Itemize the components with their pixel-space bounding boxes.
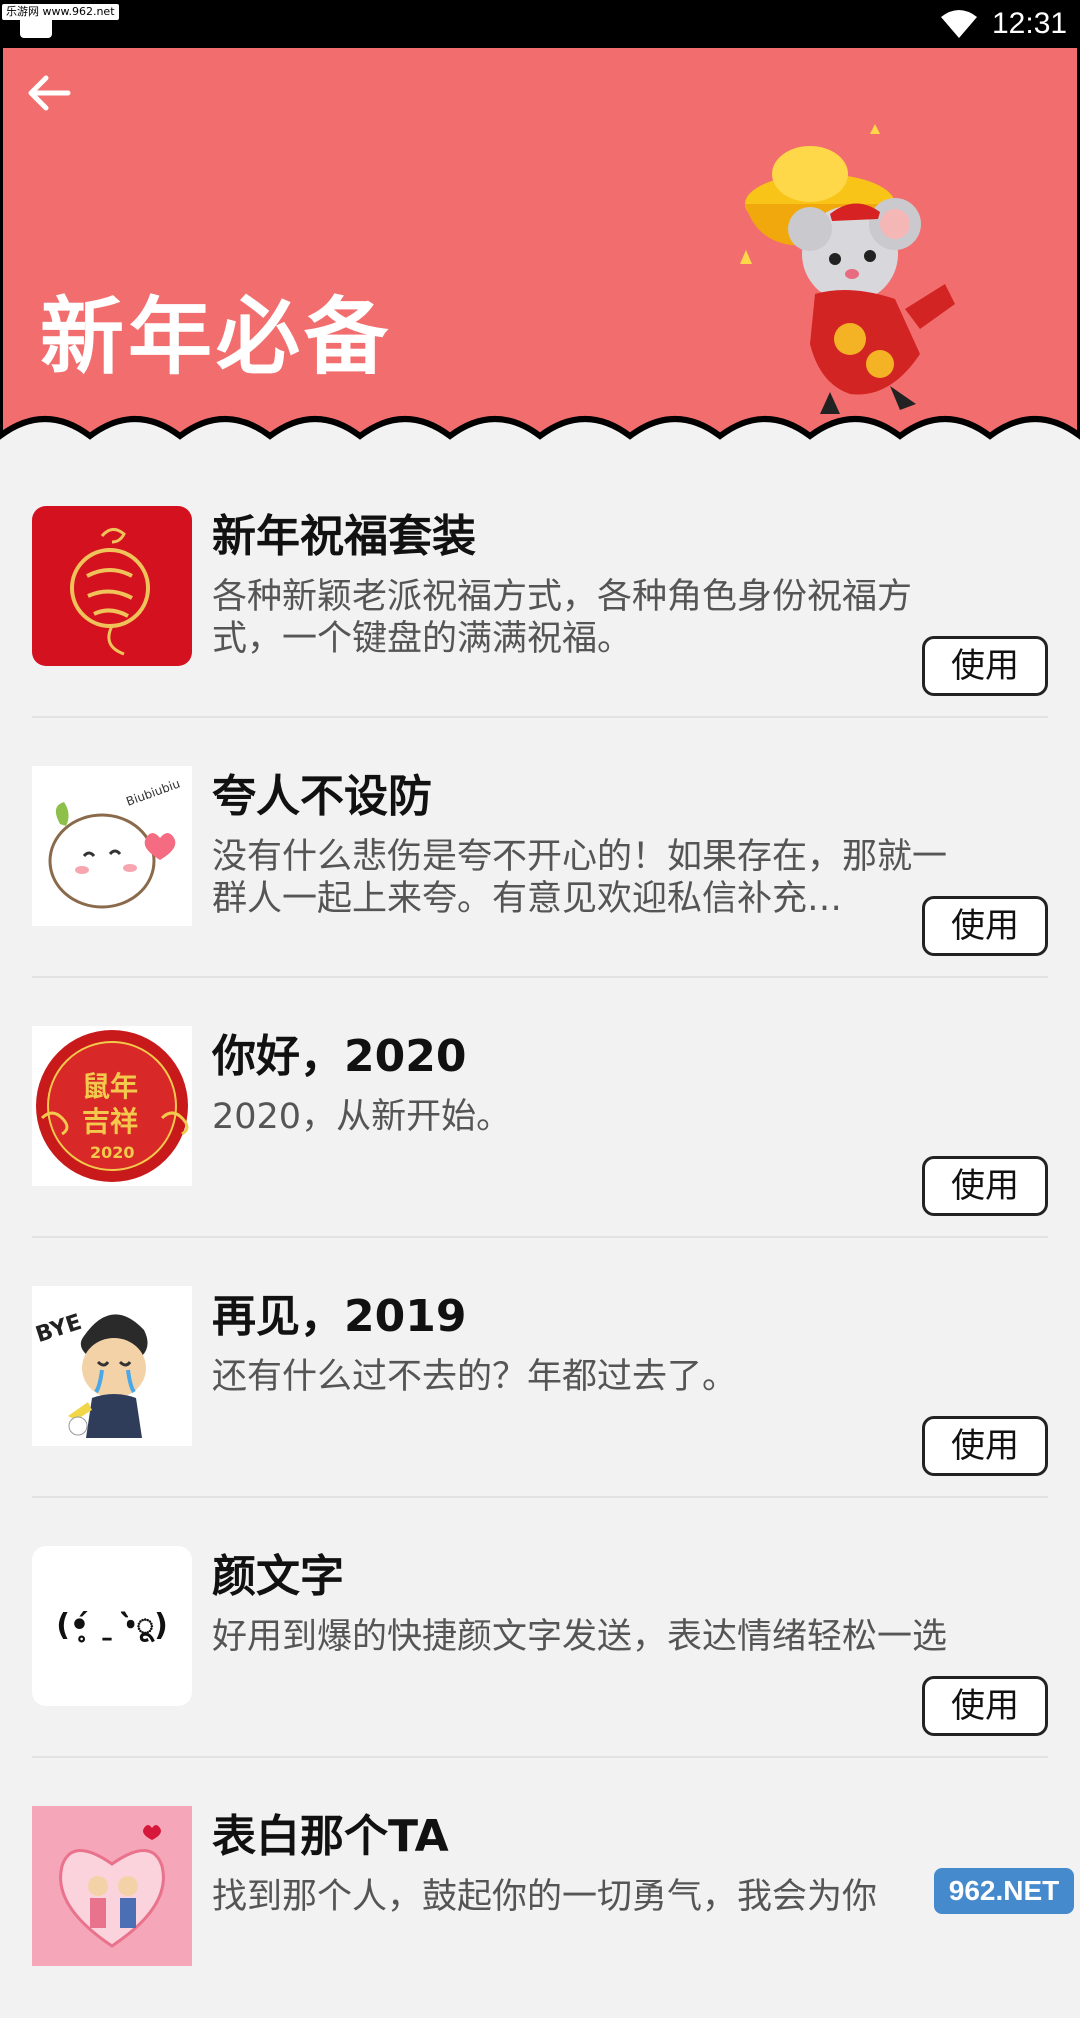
page-title: 新年必备 (40, 270, 392, 391)
use-button[interactable]: 使用 (922, 896, 1048, 956)
back-arrow-icon[interactable] (24, 68, 74, 118)
item-title: 颜文字 (212, 1540, 344, 1604)
item-description: 好用到爆的快捷颜文字发送，表达情绪轻松一选 (212, 1616, 952, 1658)
mouse-mascot-icon (730, 124, 990, 424)
item-description: 各种新颖老派祝福方式，各种角色身份祝福方式，一个键盘的满满祝福。 (212, 576, 952, 660)
item-thumbnail: BYE (32, 1286, 192, 1446)
item-title: 再见，2019 (212, 1280, 466, 1344)
item-thumbnail: 鼠年 吉祥 2020 (32, 1026, 192, 1186)
item-description: 2020，从新开始。 (212, 1096, 952, 1138)
item-thumbnail (32, 506, 192, 666)
list-item[interactable]: Biubiubiu 夸人不设防 没有什么悲伤是夸不开心的！如果存在，那就一群人一… (32, 718, 1048, 978)
status-bar: 乐游网 www.962.net 12:31 (0, 0, 1080, 48)
kaomoji-thumb: (•̥́ ˍ •̀ू) (32, 1546, 192, 1706)
svg-text:Biubiubiu: Biubiubiu (124, 776, 182, 808)
thumb-text-rat-year: 鼠年 (82, 1070, 138, 1103)
list-item[interactable]: 表白那个TA 找到那个人，鼓起你的一切勇气，我会为你 (32, 1758, 1048, 2018)
watermark-tab (20, 18, 52, 38)
cute-bun-icon: Biubiubiu (32, 766, 192, 926)
couple-hearts-icon (32, 1806, 192, 1966)
crying-boy-icon: BYE (32, 1286, 192, 1446)
list-item[interactable]: (•̥́ ˍ •̀ू) 颜文字 好用到爆的快捷颜文字发送，表达情绪轻松一选 使用 (32, 1498, 1048, 1758)
thumb-text-auspicious: 吉祥 (82, 1105, 138, 1138)
item-title: 表白那个TA (212, 1800, 449, 1864)
wifi-icon (940, 9, 978, 39)
item-title: 新年祝福套装 (212, 500, 476, 564)
header-banner: 新年必备 (0, 48, 1080, 458)
item-title: 夸人不设防 (212, 760, 432, 824)
site-watermark: 962.NET (934, 1868, 1074, 1914)
use-button[interactable]: 使用 (922, 1416, 1048, 1476)
list-item[interactable]: 新年祝福套装 各种新颖老派祝福方式，各种角色身份祝福方式，一个键盘的满满祝福。 … (32, 458, 1048, 718)
rat-year-medallion-icon: 鼠年 吉祥 2020 (32, 1026, 192, 1186)
use-button[interactable]: 使用 (922, 1676, 1048, 1736)
item-list: 新年祝福套装 各种新颖老派祝福方式，各种角色身份祝福方式，一个键盘的满满祝福。 … (0, 458, 1080, 2018)
thumb-text-year: 2020 (90, 1143, 135, 1162)
use-button[interactable]: 使用 (922, 636, 1048, 696)
list-item[interactable]: 鼠年 吉祥 2020 你好，2020 2020，从新开始。 使用 (32, 978, 1048, 1238)
thumb-text-bye: BYE (33, 1310, 85, 1348)
mouse-seal-icon (32, 506, 192, 666)
clock: 12:31 (992, 0, 1067, 48)
list-item[interactable]: BYE 再见，2019 还有什么过不去的？年都过去了。 使用 (32, 1238, 1048, 1498)
item-thumbnail: Biubiubiu (32, 766, 192, 926)
item-title: 你好，2020 (212, 1020, 466, 1084)
item-description: 找到那个人，鼓起你的一切勇气，我会为你 (212, 1876, 952, 1918)
item-description: 还有什么过不去的？年都过去了。 (212, 1356, 952, 1398)
use-button[interactable]: 使用 (922, 1156, 1048, 1216)
item-thumbnail (32, 1806, 192, 1966)
item-thumbnail: (•̥́ ˍ •̀ू) (32, 1546, 192, 1706)
item-description: 没有什么悲伤是夸不开心的！如果存在，那就一群人一起上来夸。有意见欢迎私信补充… (212, 836, 952, 920)
